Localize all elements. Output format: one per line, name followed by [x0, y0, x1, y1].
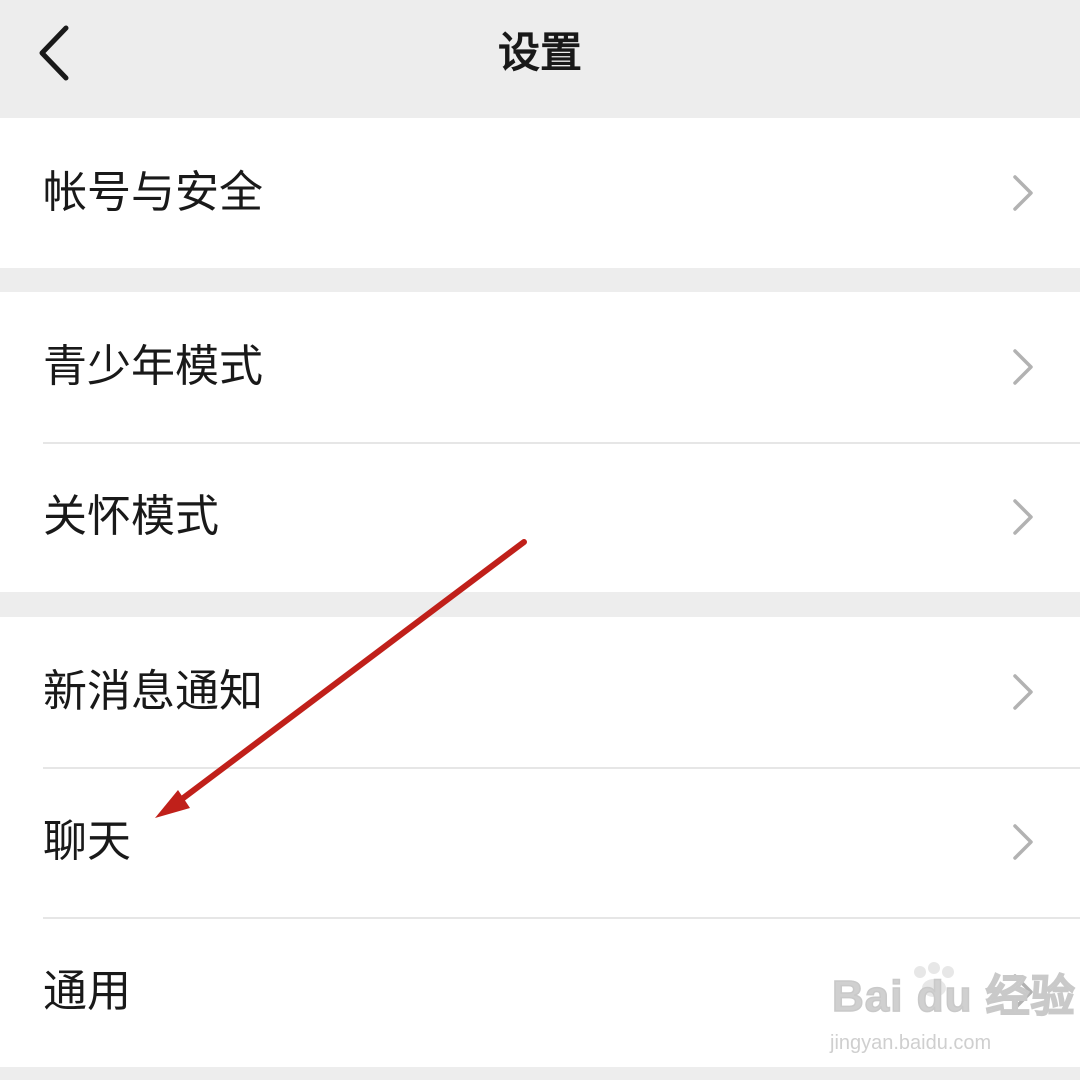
settings-item-label: 青少年模式 [43, 341, 263, 392]
settings-item-label: 帐号与安全 [43, 167, 263, 218]
watermark-url: jingyan.baidu.com [830, 1032, 992, 1054]
settings-group-account: 帐号与安全 [0, 118, 1080, 268]
settings-group-modes: 青少年模式 关怀模式 [0, 292, 1080, 592]
chevron-right-icon [1013, 674, 1033, 710]
settings-item-teen-mode[interactable]: 青少年模式 [0, 292, 1080, 442]
settings-item-label: 新消息通知 [43, 666, 263, 717]
chevron-right-icon [1013, 824, 1033, 860]
page-title: 设置 [497, 28, 582, 77]
top-bar: 设置 [0, 0, 1080, 118]
settings-item-label: 关怀模式 [43, 491, 219, 542]
chevron-right-icon [1013, 349, 1033, 385]
chevron-right-icon [1013, 175, 1033, 211]
settings-item-label: 聊天 [43, 816, 131, 867]
chevron-right-icon [1013, 499, 1033, 535]
settings-item-notifications[interactable]: 新消息通知 [0, 617, 1080, 767]
settings-item-chat[interactable]: 聊天 [0, 767, 1080, 917]
settings-item-care-mode[interactable]: 关怀模式 [0, 442, 1080, 592]
watermark-logo-text: Bai du 经验 [831, 971, 1076, 1022]
settings-item-account-security[interactable]: 帐号与安全 [0, 118, 1080, 268]
settings-item-label: 通用 [43, 966, 131, 1017]
